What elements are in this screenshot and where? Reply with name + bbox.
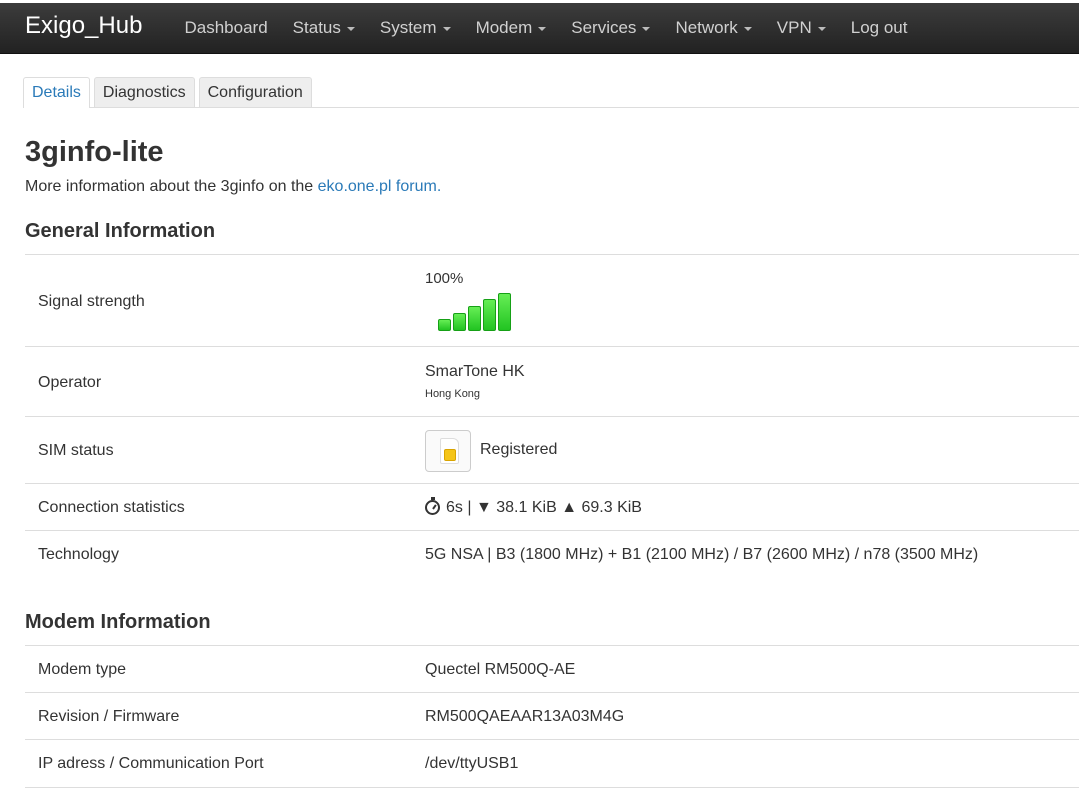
revision-label: Revision / Firmware xyxy=(38,708,180,725)
nav-label: Modem xyxy=(475,18,533,37)
technology-value: 5G NSA | B3 (1800 MHz) + B1 (2100 MHz) /… xyxy=(425,546,979,563)
signal-bar xyxy=(438,319,451,331)
nav-label: System xyxy=(379,18,437,37)
upload-arrow-icon: ▲ xyxy=(561,499,578,516)
stats-separator: | xyxy=(462,499,476,516)
sim-status-value: Registered xyxy=(480,441,558,458)
nav-logout[interactable]: Log out xyxy=(838,3,920,53)
modem-type-row: Modem type Quectel RM500Q-AE xyxy=(25,645,1079,693)
tab-details[interactable]: Details xyxy=(23,77,90,108)
revision-value: RM500QAEAAR13A03M4G xyxy=(425,708,625,725)
operator-country: Hong Kong xyxy=(425,388,481,400)
nav-modem[interactable]: Modem xyxy=(463,3,559,53)
brand-logo[interactable]: Exigo_Hub xyxy=(25,12,142,40)
technology-label: Technology xyxy=(38,546,119,563)
modem-type-label: Modem type xyxy=(38,661,127,678)
nav-label: Status xyxy=(292,18,341,37)
port-row: IP adress / Communication Port /dev/ttyU… xyxy=(25,739,1079,788)
upload-amount: 69.3 KiB xyxy=(581,499,642,516)
signal-strength-label: Signal strength xyxy=(38,293,145,310)
signal-bar xyxy=(498,293,511,331)
signal-strength-row: Signal strength 100% xyxy=(25,254,1079,347)
nav-network[interactable]: Network xyxy=(663,3,764,53)
tab-configuration[interactable]: Configuration xyxy=(198,77,312,107)
signal-bar xyxy=(483,299,496,331)
sim-status-row: SIM status Registered xyxy=(25,416,1079,484)
description-text: More information about the 3ginfo on the xyxy=(25,178,318,195)
signal-bar xyxy=(453,313,466,331)
nav-vpn[interactable]: VPN xyxy=(764,3,838,53)
tab-bar: Details Diagnostics Configuration xyxy=(23,77,1079,108)
signal-bar xyxy=(468,306,481,331)
nav-label: Log out xyxy=(850,18,908,37)
connection-stats-row: Connection statistics 6s | ▼ 38.1 KiB ▲ … xyxy=(25,483,1079,531)
connection-stats-label: Connection statistics xyxy=(38,499,185,516)
nav-status[interactable]: Status xyxy=(280,3,367,53)
forum-link[interactable]: eko.one.pl forum. xyxy=(318,178,442,195)
page-description: More information about the 3ginfo on the… xyxy=(25,178,441,196)
nav-label: VPN xyxy=(776,18,812,37)
caret-down-icon xyxy=(642,27,651,31)
general-info-title: General Information xyxy=(25,220,216,242)
nav-dashboard[interactable]: Dashboard xyxy=(172,3,280,53)
operator-row: Operator SmarTone HK Hong Kong xyxy=(25,346,1079,417)
sim-chip-icon xyxy=(444,449,456,461)
connection-time: 6s xyxy=(446,499,463,516)
download-arrow-icon: ▼ xyxy=(475,499,492,516)
nav-menu: Dashboard Status System Modem Services N… xyxy=(172,3,920,53)
caret-down-icon xyxy=(538,27,547,31)
connection-stats-value: 6s | ▼ 38.1 KiB ▲ 69.3 KiB xyxy=(425,497,642,517)
port-value: /dev/ttyUSB1 xyxy=(425,755,519,772)
sim-card-body xyxy=(440,438,459,464)
tab-diagnostics[interactable]: Diagnostics xyxy=(93,77,195,107)
modem-type-value: Quectel RM500Q-AE xyxy=(425,661,576,678)
caret-down-icon xyxy=(743,27,752,31)
caret-down-icon xyxy=(817,27,826,31)
technology-row: Technology 5G NSA | B3 (1800 MHz) + B1 (… xyxy=(25,530,1079,579)
nav-label: Network xyxy=(675,18,738,37)
download-amount: 38.1 KiB xyxy=(496,499,557,516)
top-navbar: Exigo_Hub Dashboard Status System Modem … xyxy=(0,3,1079,54)
caret-down-icon xyxy=(346,27,355,31)
operator-name: SmarTone HK xyxy=(425,363,525,380)
signal-bars-icon xyxy=(438,291,518,331)
nav-services[interactable]: Services xyxy=(559,3,663,53)
caret-down-icon xyxy=(442,27,451,31)
sim-status-label: SIM status xyxy=(38,442,114,459)
sim-card-icon xyxy=(425,430,471,472)
nav-label: Dashboard xyxy=(184,18,268,37)
operator-label: Operator xyxy=(38,374,102,391)
port-label: IP adress / Communication Port xyxy=(38,755,264,772)
revision-row: Revision / Firmware RM500QAEAAR13A03M4G xyxy=(25,692,1079,740)
nav-label: Services xyxy=(571,18,637,37)
stopwatch-icon xyxy=(425,497,440,515)
nav-system[interactable]: System xyxy=(367,3,463,53)
page-title: 3ginfo-lite xyxy=(25,136,164,168)
signal-strength-value: 100% xyxy=(425,270,464,287)
modem-info-title: Modem Information xyxy=(25,611,211,633)
